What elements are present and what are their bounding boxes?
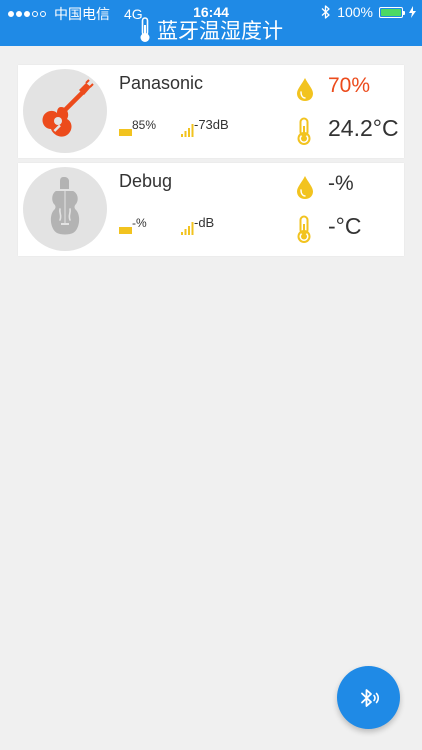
temperature-icon [297, 117, 311, 145]
battery-level-icon [119, 129, 132, 136]
humidity-value: 70% [328, 74, 371, 97]
guitar-icon [42, 79, 94, 137]
nav-title-wrap: 蓝牙温湿度计 [0, 15, 422, 45]
temperature-icon [297, 215, 311, 243]
humidity-drop-icon [297, 176, 313, 199]
device-card-panasonic[interactable]: Panasonic 85% -73dB 70% 24.2°C [18, 65, 404, 158]
battery-level: -% [132, 216, 147, 230]
signal-strength: -dB [194, 215, 215, 230]
device-card-debug[interactable]: Debug -% -dB -% -°C [18, 163, 404, 256]
bluetooth-scan-button[interactable] [337, 666, 400, 729]
temperature-value: 24.2°C [328, 115, 399, 141]
battery-level: 85% [132, 118, 157, 132]
signal-strength-icon [181, 124, 194, 137]
device-avatar [23, 69, 107, 153]
violin-icon [50, 177, 80, 235]
page-title: 蓝牙温湿度计 [157, 20, 283, 43]
thermometer-icon [140, 17, 150, 42]
device-name: Panasonic [119, 73, 204, 93]
signal-strength-icon [181, 222, 194, 235]
device-avatar [23, 167, 107, 251]
humidity-value: -% [328, 172, 354, 195]
temperature-value: -°C [328, 213, 362, 239]
nav-bar: 蓝牙温湿度计 [0, 17, 422, 46]
humidity-drop-icon [297, 78, 313, 101]
device-name: Debug [119, 171, 173, 191]
battery-level-icon [119, 227, 132, 234]
signal-strength: -73dB [194, 117, 229, 132]
bluetooth-scan-icon [360, 688, 379, 707]
